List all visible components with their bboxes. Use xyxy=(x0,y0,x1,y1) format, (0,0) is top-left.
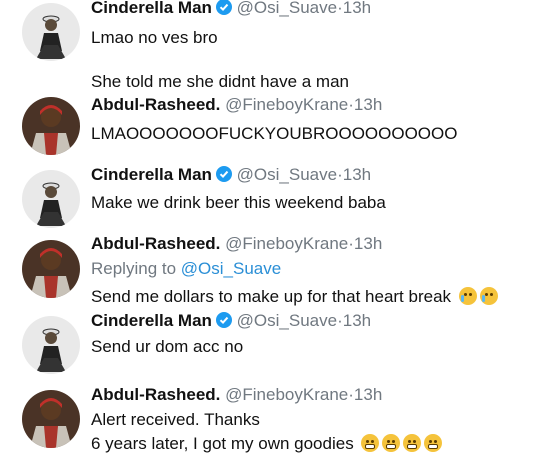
tweet-text-line: 6 years later, I got my own goodies xyxy=(91,432,542,456)
mention-link[interactable]: @Osi_Suave xyxy=(181,259,281,278)
avatar-abdul-image xyxy=(22,240,80,298)
tweet-text-line: Send me dollars to make up for that hear… xyxy=(91,285,542,309)
display-name[interactable]: Abdul-Rasheed. xyxy=(91,385,220,404)
user-handle[interactable]: @FineboyKrane xyxy=(225,95,348,114)
crying-face-emoji xyxy=(458,287,477,305)
user-handle[interactable]: @FineboyKrane xyxy=(225,385,348,404)
verified-badge-icon xyxy=(215,0,232,15)
tweet-text: Lmao no ves bro xyxy=(91,28,218,47)
timestamp[interactable]: 13h xyxy=(343,311,371,330)
tweet-text: 6 years later, I got my own goodies xyxy=(91,434,354,453)
grinning-face-emoji xyxy=(403,434,422,452)
avatar-cinderella-image xyxy=(22,316,80,374)
timestamp[interactable]: 13h xyxy=(354,95,382,114)
avatar[interactable] xyxy=(22,97,80,155)
avatar[interactable] xyxy=(22,390,80,448)
avatar[interactable] xyxy=(22,170,80,228)
replying-to: Replying to @Osi_Suave xyxy=(91,257,542,281)
avatar-abdul-image xyxy=(22,97,80,155)
avatar-cinderella-image xyxy=(22,170,80,228)
crying-face-emoji xyxy=(479,287,498,305)
avatar-cinderella-image xyxy=(22,3,80,61)
display-name[interactable]: Abdul-Rasheed. xyxy=(91,95,220,114)
user-handle[interactable]: @FineboyKrane xyxy=(225,234,348,253)
display-name[interactable]: Cinderella Man xyxy=(91,165,212,184)
user-handle[interactable]: @Osi_Suave xyxy=(237,311,337,330)
grinning-face-emoji xyxy=(382,434,401,452)
display-name[interactable]: Abdul-Rasheed. xyxy=(91,234,220,253)
avatar[interactable] xyxy=(22,240,80,298)
tweet-text: LMAOOOOOOOFUCKYOUBROOOOOOOOOO xyxy=(91,124,458,143)
avatar[interactable] xyxy=(22,316,80,374)
user-handle[interactable]: @Osi_Suave xyxy=(237,165,337,184)
tweet-text: Alert received. Thanks xyxy=(91,410,260,429)
avatar-abdul-image xyxy=(22,390,80,448)
user-handle[interactable]: @Osi_Suave xyxy=(237,0,337,17)
timestamp[interactable]: 13h xyxy=(343,165,371,184)
timestamp[interactable]: 13h xyxy=(343,0,371,17)
grinning-face-emoji xyxy=(424,434,443,452)
verified-badge-icon xyxy=(215,166,232,182)
display-name[interactable]: Cinderella Man xyxy=(91,0,212,17)
timestamp[interactable]: 13h xyxy=(354,234,382,253)
grinning-face-emoji xyxy=(361,434,380,452)
verified-badge-icon xyxy=(215,312,232,328)
avatar[interactable] xyxy=(22,3,80,61)
tweet-text: Send me dollars to make up for that hear… xyxy=(91,287,452,306)
tweet-text: She told me she didnt have a man xyxy=(91,72,349,91)
replying-to-label: Replying to xyxy=(91,259,177,278)
display-name[interactable]: Cinderella Man xyxy=(91,311,212,330)
timestamp[interactable]: 13h xyxy=(354,385,382,404)
tweet-text: Send ur dom acc no xyxy=(91,337,244,356)
tweet-text: Make we drink beer this weekend baba xyxy=(91,193,386,212)
